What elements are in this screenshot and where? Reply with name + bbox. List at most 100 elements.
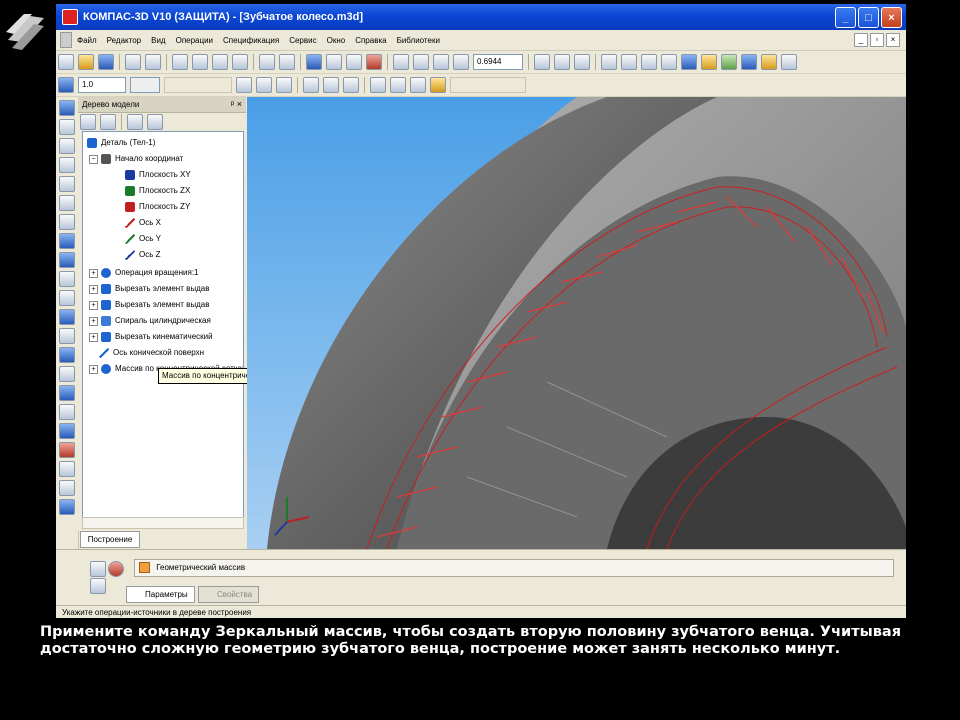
snap-icon[interactable]: [430, 77, 446, 93]
zoom-combo[interactable]: 0.6944: [473, 54, 523, 70]
tree-item-rotation[interactable]: + Операция вращения:1: [89, 266, 199, 280]
compact-tool-icon-15[interactable]: [59, 385, 75, 401]
doc-minimize-button[interactable]: _: [854, 33, 868, 47]
compact-tool-icon-19[interactable]: [59, 461, 75, 477]
tree-item-helix[interactable]: + Спираль цилиндрическая: [89, 314, 211, 328]
step-combo[interactable]: 1.0: [78, 77, 126, 93]
3d-viewport[interactable]: [247, 97, 906, 549]
state-icon-4[interactable]: [303, 77, 319, 93]
tree-sort-icon[interactable]: [80, 114, 96, 130]
zoom-out-icon[interactable]: [433, 54, 449, 70]
new-file-icon[interactable]: [58, 54, 74, 70]
menu-help[interactable]: Справка: [350, 36, 391, 45]
compact-tool-icon-10[interactable]: [59, 290, 75, 306]
stop-icon[interactable]: [108, 561, 124, 577]
tree-order-icon[interactable]: [127, 114, 143, 130]
properties-icon[interactable]: [326, 54, 342, 70]
menu-file[interactable]: Файл: [72, 36, 102, 45]
geometric-array-field[interactable]: Геометрический массив: [134, 559, 894, 577]
halftone-edges-icon[interactable]: [701, 54, 717, 70]
compact-tool-icon-14[interactable]: [59, 366, 75, 382]
doc-close-button[interactable]: ×: [886, 33, 900, 47]
state-icon-5[interactable]: [323, 77, 339, 93]
state-icon-1[interactable]: [236, 77, 252, 93]
compact-tool-icon-13[interactable]: [59, 347, 75, 363]
help-icon[interactable]: [90, 578, 106, 594]
compact-tool-icon-5[interactable]: [59, 195, 75, 211]
tree-item-origin[interactable]: − Начало координат: [89, 152, 183, 166]
tree-horizontal-scrollbar[interactable]: [82, 517, 244, 529]
compact-tool-icon-17[interactable]: [59, 423, 75, 439]
compact-tool-icon-4[interactable]: [59, 176, 75, 192]
perspective-icon[interactable]: [721, 54, 737, 70]
compact-tool-icon-7[interactable]: [59, 233, 75, 249]
compact-tool-icon-1[interactable]: [59, 119, 75, 135]
compact-tool-icon-21[interactable]: [59, 499, 75, 515]
tab-parameters[interactable]: Параметры: [126, 586, 195, 603]
compact-tool-icon-11[interactable]: [59, 309, 75, 325]
copy-icon[interactable]: [192, 54, 208, 70]
menu-view[interactable]: Вид: [146, 36, 170, 45]
compact-tool-icon-2[interactable]: [59, 138, 75, 154]
tree-item-axis-x[interactable]: Ось X: [125, 216, 161, 230]
pan-icon[interactable]: [534, 54, 550, 70]
tree-item-cut-extrude-1[interactable]: + Вырезать элемент выдав: [89, 282, 209, 296]
zoom-window-icon[interactable]: [393, 54, 409, 70]
state-icon-9[interactable]: [410, 77, 426, 93]
blank-combo-1[interactable]: [130, 77, 160, 93]
tree-item-axis-z[interactable]: Ось Z: [125, 248, 161, 262]
compact-tool-icon-6[interactable]: [59, 214, 75, 230]
state-icon-6[interactable]: [343, 77, 359, 93]
menu-specification[interactable]: Спецификация: [218, 36, 284, 45]
tree-list-icon[interactable]: [100, 114, 116, 130]
tree-view-icon[interactable]: [147, 114, 163, 130]
tree-item-part[interactable]: Деталь (Тел-1): [87, 136, 155, 150]
apply-icon[interactable]: [90, 561, 106, 577]
state-icon-8[interactable]: [390, 77, 406, 93]
open-file-icon[interactable]: [78, 54, 94, 70]
manager-icon[interactable]: [306, 54, 322, 70]
extra-view-icon[interactable]: [781, 54, 797, 70]
paste-icon[interactable]: [212, 54, 228, 70]
blank-combo-3[interactable]: [450, 77, 526, 93]
tree-item-cut-extrude-2[interactable]: + Вырезать элемент выдав: [89, 298, 209, 312]
library-icon[interactable]: [346, 54, 362, 70]
rotate-icon[interactable]: [554, 54, 570, 70]
menu-service[interactable]: Сервис: [284, 36, 321, 45]
doc-restore-button[interactable]: ▫: [870, 33, 884, 47]
compact-geometry-icon[interactable]: [59, 100, 75, 116]
tree-item-axis-y[interactable]: Ось Y: [125, 232, 161, 246]
menu-libraries[interactable]: Библиотеки: [392, 36, 445, 45]
halftone-icon[interactable]: [681, 54, 697, 70]
minimize-button[interactable]: _: [835, 7, 856, 28]
tree-item-plane-xy[interactable]: Плоскость XY: [125, 168, 191, 182]
compact-tool-icon-16[interactable]: [59, 404, 75, 420]
section-icon[interactable]: [741, 54, 757, 70]
thin-hidden-icon[interactable]: [661, 54, 677, 70]
state-icon-7[interactable]: [370, 77, 386, 93]
blank-combo-2[interactable]: [164, 77, 232, 93]
compact-tool-icon-12[interactable]: [59, 328, 75, 344]
zoom-extents-icon[interactable]: [453, 54, 469, 70]
state-icon-3[interactable]: [276, 77, 292, 93]
cut-icon[interactable]: [172, 54, 188, 70]
hidden-lines-icon[interactable]: [641, 54, 657, 70]
grid-icon[interactable]: [58, 77, 74, 93]
compact-tool-icon-18[interactable]: [59, 442, 75, 458]
compact-tool-icon-20[interactable]: [59, 480, 75, 496]
undo-icon[interactable]: [259, 54, 275, 70]
menu-operations[interactable]: Операции: [171, 36, 218, 45]
state-icon-2[interactable]: [256, 77, 272, 93]
tab-build[interactable]: Построение: [80, 531, 140, 548]
orientation-icon[interactable]: [601, 54, 617, 70]
compact-tool-icon-3[interactable]: [59, 157, 75, 173]
tree-item-conical-axis[interactable]: Ось конической поверхн: [99, 346, 204, 360]
tree-item-cut-sweep[interactable]: + Вырезать кинематический: [89, 330, 213, 344]
menu-edit[interactable]: Редактор: [102, 36, 146, 45]
tree-close-icon[interactable]: ᵖ ×: [231, 97, 242, 112]
compact-tool-icon-8[interactable]: [59, 252, 75, 268]
save-icon[interactable]: [98, 54, 114, 70]
zoom-in-icon[interactable]: [413, 54, 429, 70]
maximize-button[interactable]: □: [858, 7, 879, 28]
print-icon[interactable]: [125, 54, 141, 70]
